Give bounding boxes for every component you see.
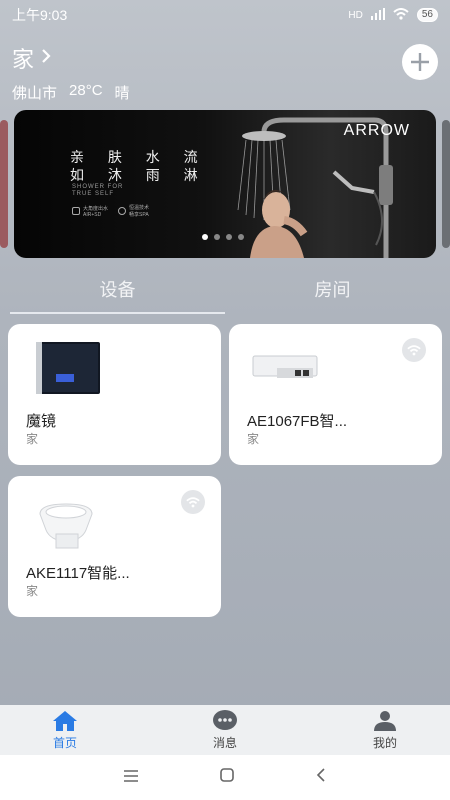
device-card[interactable]: 魔镜 家 [8,324,221,465]
nav-home[interactable]: 首页 [30,705,100,755]
weather-label: 晴 [114,85,130,102]
home-selector[interactable]: 家 [12,42,438,74]
banner-sub-line1: SHOWER FOR [72,184,124,190]
brand-logo: ARROW [343,122,410,139]
status-icons: HD 56 [348,7,438,23]
home-header: 家 佛山市 28°C 晴 [12,42,438,102]
banner-next-peek [442,120,450,248]
back-icon[interactable] [315,767,327,788]
home-square-icon[interactable] [219,767,235,788]
banner-sub-line2: TRUE SELF [72,191,115,197]
network-label: HD [348,9,363,21]
nav-home-label: 首页 [52,735,77,750]
status-time: 上午9:03 [12,7,68,23]
chevron-right-icon [40,47,52,70]
device-name: AKE1117智能... [26,565,130,582]
signal-icon [370,7,385,23]
city-label: 佛山市 [12,85,58,102]
banner-subtitle: SHOWER FOR TRUE SELF [72,184,123,198]
banner-badges: 大角度出水 AIR+SD 恒温技术 畅享SPA [72,204,149,218]
weather-info: 佛山市 28°C 晴 [12,82,438,103]
battery-indicator: 56 [416,8,438,22]
device-card[interactable]: AKE1117智能... 家 [8,476,221,617]
user-icon [374,710,396,731]
bottom-navigation: 首页 消息 我的 [0,705,450,755]
nav-messages-label: 消息 [212,735,237,750]
carousel-dot[interactable] [214,234,220,240]
device-name: 魔镜 [26,413,57,430]
banner-carousel[interactable]: 亲 肤 水 流 如 沐 雨 淋 SHOWER FOR TRUE SELF 大角度… [0,110,450,258]
device-room: 家 [26,432,39,446]
home-name: 家 [12,47,35,72]
system-nav-bar [0,755,450,800]
menu-icon[interactable] [123,769,139,787]
wifi-status-icon [402,338,426,362]
device-name: AE1067FB智... [247,413,348,430]
carousel-dot[interactable] [202,234,208,240]
carousel-dot[interactable] [238,234,244,240]
smart-mirror-image [36,342,100,394]
carousel-dots [202,234,244,240]
wifi-icon [393,7,409,23]
message-icon [213,709,237,730]
banner-slide[interactable]: 亲 肤 水 流 如 沐 雨 淋 SHOWER FOR TRUE SELF 大角度… [14,110,436,258]
tab-rooms[interactable]: 房间 [225,276,440,314]
banner-slogan: 亲 肤 水 流 如 沐 雨 淋 [70,148,208,184]
banner-badge-1: 大角度出水 AIR+SD [72,204,108,218]
banner-prev-peek [0,120,8,248]
device-room: 家 [247,432,260,446]
nav-mine[interactable]: 我的 [350,705,420,755]
nav-mine-label: 我的 [372,735,397,750]
plus-icon [411,53,429,71]
home-icon [53,710,77,731]
status-bar: 上午9:03 HD 56 [0,0,450,30]
temperature-label: 28°C [69,82,103,99]
device-card[interactable]: AE1067FB智... 家 [229,324,442,465]
wifi-status-icon [181,490,205,514]
nav-messages[interactable]: 消息 [190,705,260,755]
smart-toilet-image [39,503,93,549]
add-device-button[interactable] [402,44,438,80]
banner-slogan-line1: 亲 肤 水 流 [70,149,208,165]
device-room: 家 [26,584,39,598]
banner-slogan-line2: 如 沐 雨 淋 [70,167,208,183]
bath-heater-image [252,355,318,378]
segment-tabs: 设备 房间 [10,276,440,314]
carousel-dot[interactable] [226,234,232,240]
tab-devices[interactable]: 设备 [10,276,225,314]
banner-badge-2: 恒温技术 畅享SPA [118,204,149,218]
